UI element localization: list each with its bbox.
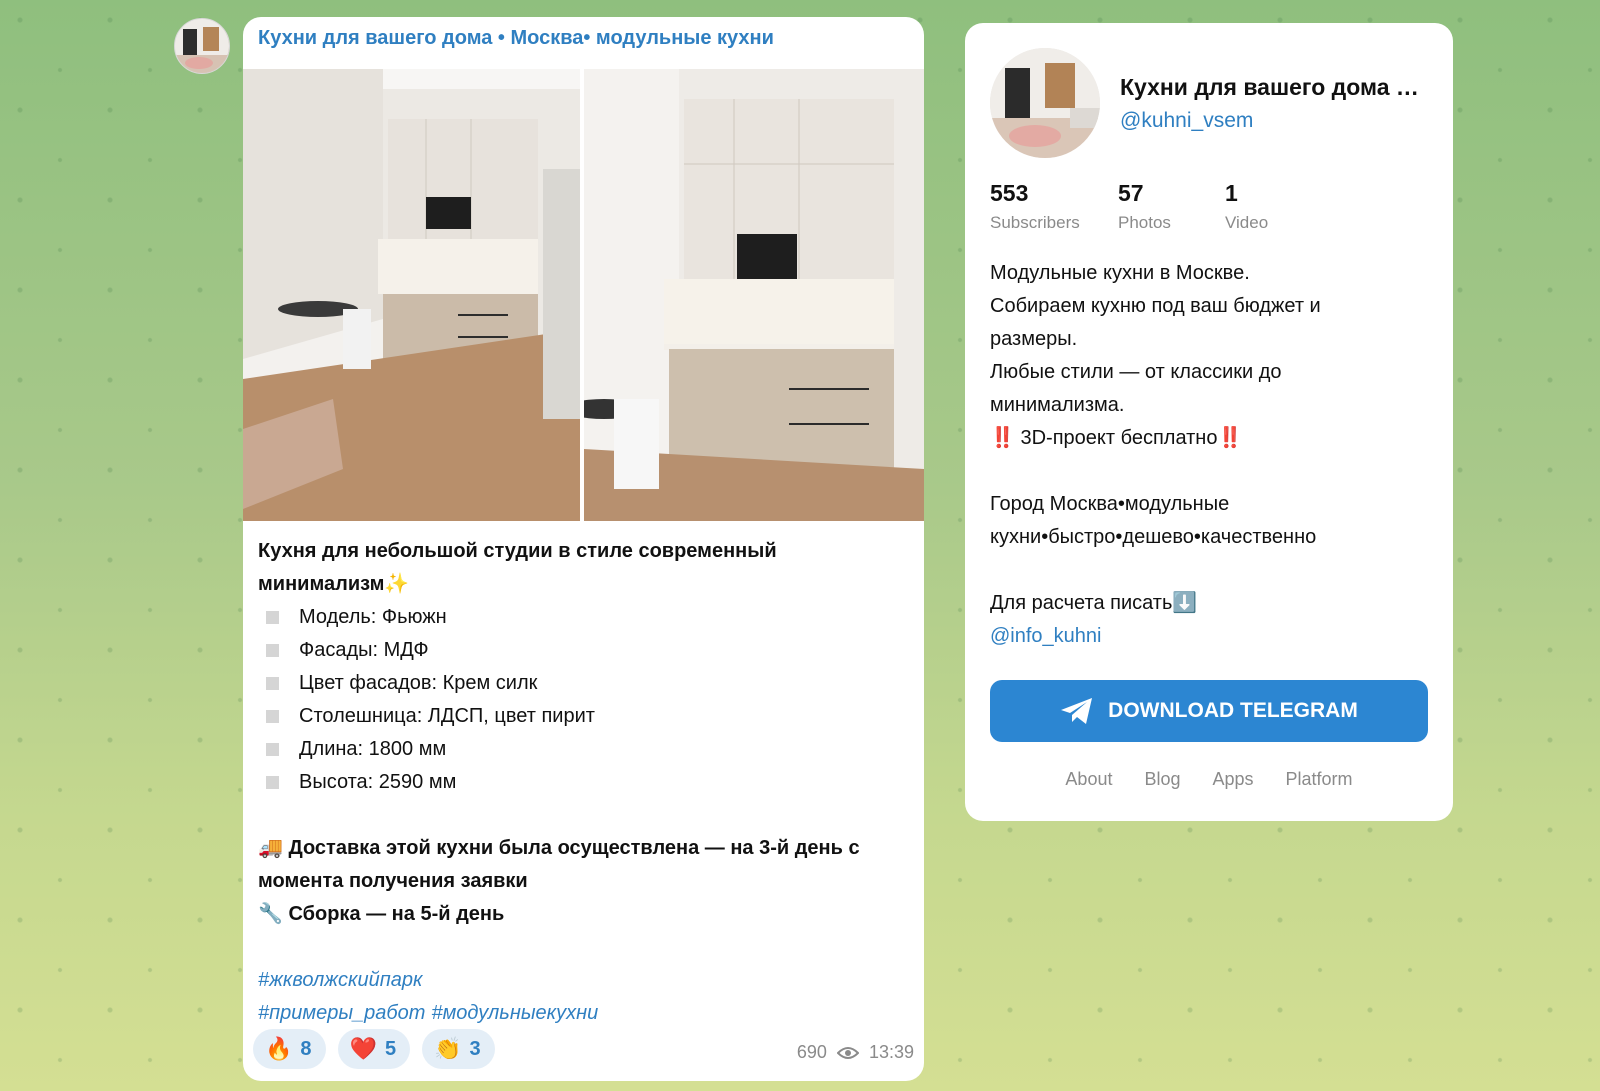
channel-stats: 553 Subscribers 57 Photos 1 Video (990, 180, 1428, 233)
bullet-icon (266, 743, 279, 756)
post-time: 13:39 (868, 1042, 914, 1062)
fire-icon: 🔥 (265, 1036, 293, 1061)
stat-photos: 57 Photos (1118, 180, 1192, 233)
promo-text: 3D-проект бесплатно (1020, 427, 1218, 449)
download-telegram-label: DOWNLOAD TELEGRAM (1108, 699, 1358, 722)
eye-icon (836, 1046, 859, 1059)
stat-label: Photos (1118, 213, 1171, 232)
footer-link-about[interactable]: About (1065, 769, 1112, 790)
reactions: 🔥 8 ❤️ 5 👏 3 (253, 1029, 495, 1069)
desc-line: Любые стили — от классики до (990, 361, 1282, 383)
heart-icon: ❤️ (349, 1036, 377, 1061)
down-arrow-icon: ⬇️ (1172, 592, 1198, 614)
channel-post: Кухни для вашего дома • Москва• модульны… (243, 17, 924, 1081)
footer-link-blog[interactable]: Blog (1144, 769, 1180, 790)
clap-icon: 👏 (434, 1036, 462, 1061)
desc-line: минимализма. (990, 394, 1125, 416)
channel-handle[interactable]: @kuhni_vsem (1120, 109, 1425, 133)
post-meta: 690 13:39 (797, 1042, 914, 1063)
list-item: Длина: 1800 мм (258, 733, 909, 766)
list-item: Высота: 2590 мм (258, 766, 909, 799)
desc-line: Модульные кухни в Москве. (990, 262, 1250, 284)
spec-list: Модель: Фьюжн Фасады: МДФ Цвет фасадов: … (258, 601, 909, 799)
channel-info-card: Кухни для вашего дома • Москва• модульны… (965, 23, 1453, 821)
reaction-clap[interactable]: 👏 3 (422, 1029, 495, 1069)
assembly-text: Сборка — на 5-й день (288, 903, 505, 925)
bullet-icon (266, 644, 279, 657)
download-telegram-button[interactable]: DOWNLOAD TELEGRAM (990, 680, 1428, 742)
channel-title: Кухни для вашего дома • Москва• модульны… (1120, 73, 1425, 100)
post-text: Кухня для небольшой студии в стиле совре… (243, 521, 924, 1030)
desc-line: Собираем кухню под ваш бюджет и (990, 295, 1321, 317)
stat-value: 553 (990, 180, 1029, 206)
spec-text: Цвет фасадов: Крем силк (299, 672, 538, 694)
stat-value: 1 (1225, 180, 1238, 206)
double-exclamation-icon: ‼️ (1217, 427, 1243, 449)
channel-avatar-large (990, 48, 1100, 158)
footer-link-platform[interactable]: Platform (1286, 769, 1353, 790)
channel-avatar[interactable] (174, 18, 230, 74)
stat-label: Video (1225, 213, 1269, 232)
post-photo-album[interactable] (243, 69, 924, 521)
double-exclamation-icon: ‼️ (990, 427, 1015, 449)
footer-links: About Blog Apps Platform (990, 769, 1428, 790)
reaction-count: 5 (384, 1037, 397, 1060)
kitchen-photo-2[interactable] (584, 69, 924, 521)
wrench-icon: 🔧 (258, 903, 283, 925)
stat-video: 1 Video (1225, 180, 1268, 233)
spec-text: Высота: 2590 мм (299, 771, 457, 793)
spec-text: Длина: 1800 мм (299, 738, 447, 760)
desc-line: размеры. (990, 328, 1078, 350)
contact-text: Для расчета писать (990, 592, 1173, 614)
stat-label: Subscribers (990, 213, 1080, 232)
list-item: Модель: Фьюжн (258, 601, 909, 634)
post-title-line2: минимализм (258, 573, 385, 595)
reaction-count: 8 (300, 1037, 312, 1060)
contact-handle-link[interactable]: @info_kuhni (990, 620, 1428, 653)
delivery-line2: момента получения заявки (258, 870, 528, 892)
stat-value: 57 (1118, 180, 1144, 206)
hashtag[interactable]: #примеры_работ (258, 997, 425, 1030)
spec-text: Столешница: ЛДСП, цвет пирит (299, 705, 595, 727)
spec-text: Модель: Фьюжн (299, 606, 447, 628)
hashtag[interactable]: #жкволжскийпарк (258, 964, 909, 997)
list-item: Цвет фасадов: Крем силк (258, 667, 909, 700)
sparkles-icon: ✨ (384, 573, 410, 595)
delivery-line1: Доставка этой кухни была осуществлена — … (288, 837, 860, 859)
hashtag[interactable]: #модульныекухни (431, 997, 598, 1030)
view-count: 690 (796, 1042, 827, 1062)
bullet-icon (266, 611, 279, 624)
spec-text: Фасады: МДФ (299, 639, 429, 661)
post-title-line1: Кухня для небольшой студии в стиле совре… (258, 540, 777, 562)
list-item: Столешница: ЛДСП, цвет пирит (258, 700, 909, 733)
city-line: кухни•быстро•дешево•качественно (990, 526, 1317, 548)
telegram-plane-icon (1061, 698, 1093, 724)
city-line: Город Москва•модульные (990, 493, 1230, 515)
reaction-count: 3 (469, 1037, 481, 1060)
channel-description: Модульные кухни в Москве. Собираем кухню… (990, 257, 1428, 653)
reaction-fire[interactable]: 🔥 8 (253, 1029, 326, 1069)
truck-icon: 🚚 (258, 837, 283, 859)
reaction-heart[interactable]: ❤️ 5 (337, 1029, 411, 1069)
stat-subscribers: 553 Subscribers (990, 180, 1085, 233)
bullet-icon (266, 776, 279, 789)
bullet-icon (266, 710, 279, 723)
list-item: Фасады: МДФ (258, 634, 909, 667)
kitchen-photo-1[interactable] (243, 69, 580, 521)
bullet-icon (266, 677, 279, 690)
post-channel-name[interactable]: Кухни для вашего дома • Москва• модульны… (243, 17, 924, 69)
footer-link-apps[interactable]: Apps (1213, 769, 1254, 790)
